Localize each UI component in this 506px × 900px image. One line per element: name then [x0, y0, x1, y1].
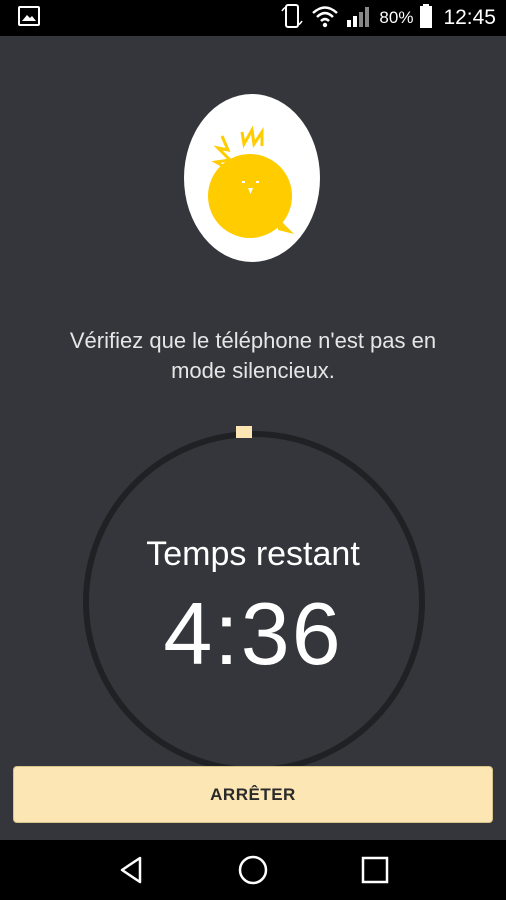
- battery-percent: 80%: [379, 8, 414, 27]
- timer-progress-marker: [236, 426, 252, 438]
- time-remaining-value: 4:36: [163, 584, 343, 683]
- image-icon: [18, 6, 40, 30]
- navigation-bar: [0, 840, 506, 900]
- battery-icon: [419, 3, 433, 33]
- status-time: 12:45: [443, 6, 496, 29]
- wifi-icon: [311, 4, 339, 32]
- status-bar: 80% 12:45: [0, 0, 506, 36]
- back-icon[interactable]: [111, 850, 151, 890]
- home-icon[interactable]: [233, 850, 273, 890]
- screen-rotation-icon: [279, 3, 305, 33]
- silent-mode-message: Vérifiez que le téléphone n'est pas en m…: [69, 328, 437, 383]
- signal-icon: [345, 4, 373, 32]
- egg-chick-icon: [184, 94, 320, 262]
- stop-button[interactable]: ARRÊTER: [13, 766, 493, 823]
- time-remaining-label: Temps restant: [146, 535, 360, 573]
- recents-icon[interactable]: [355, 850, 395, 890]
- app-content: Vérifiez que le téléphone n'est pas en m…: [0, 36, 506, 840]
